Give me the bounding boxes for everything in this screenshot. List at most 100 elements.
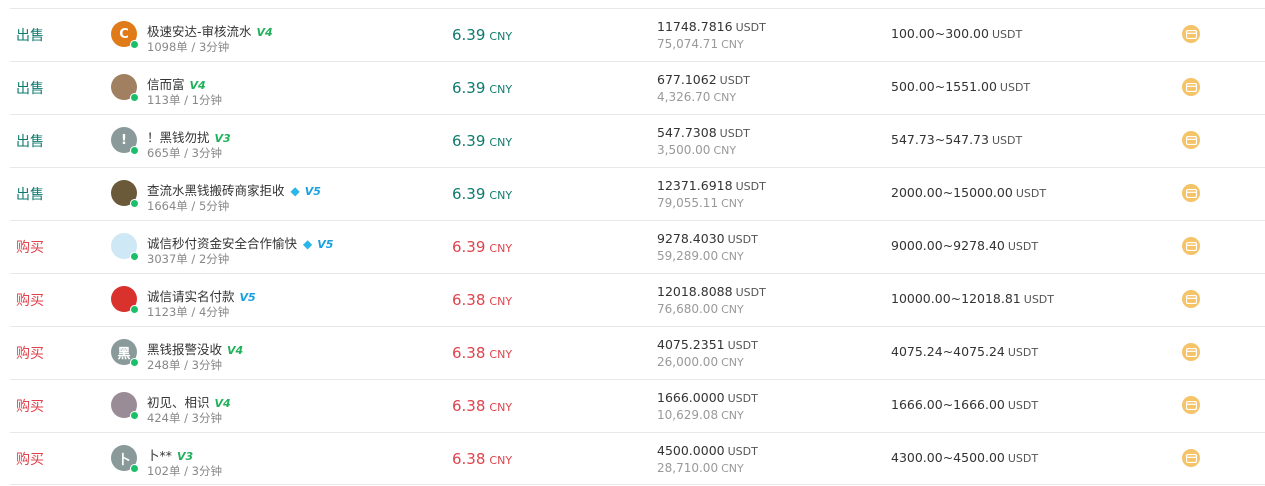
trade-side-button[interactable]: 购买	[16, 396, 44, 416]
amount-usdt: 4075.2351 USDT	[657, 337, 758, 352]
limit-value: 10000.00~12018.81	[891, 291, 1021, 306]
merchant-name-text: 极速安达-审核流水	[147, 24, 252, 39]
card-icon	[1185, 29, 1197, 39]
price-value: 6.38	[452, 450, 486, 468]
table-row: 出售 查流水黑钱搬砖商家拒收 ◆ V5 1664单 / 5分钟 6.39 CNY 12…	[10, 167, 1265, 220]
avatar-letter: 卜	[117, 452, 131, 468]
online-status-icon	[130, 411, 139, 420]
vip-level-badge-icon: V4	[189, 79, 206, 92]
photo-avatar-icon[interactable]	[111, 74, 139, 102]
payment-method-icon[interactable]	[1182, 131, 1200, 149]
letter-avatar-icon[interactable]: !	[111, 127, 139, 155]
unit-price: 6.39 CNY	[452, 185, 512, 203]
amount-cny-unit: CNY	[713, 91, 737, 104]
limit-value: 2000.00~15000.00	[891, 185, 1013, 200]
trade-side-button[interactable]: 购买	[16, 449, 44, 469]
amount-usdt: 1666.0000 USDT	[657, 390, 758, 405]
merchant-name[interactable]: 黑钱报警没收 V4	[147, 339, 243, 358]
price-value: 6.39	[452, 238, 486, 256]
amount-usdt: 677.1062 USDT	[657, 72, 750, 87]
payment-method-icon[interactable]	[1182, 184, 1200, 202]
order-limit: 4075.24~4075.24 USDT	[891, 344, 1038, 359]
limit-value: 9000.00~9278.40	[891, 238, 1005, 253]
avatar-letter: C	[119, 26, 129, 42]
amount-cny-unit: CNY	[721, 409, 744, 422]
amount-cny-unit: CNY	[721, 197, 744, 210]
merchant-name[interactable]: 信而富 V4	[147, 74, 206, 93]
merchant-stats: 248单 / 3分钟	[147, 358, 222, 372]
amount-usdt-unit: USDT	[735, 21, 766, 34]
price-value: 6.39	[452, 185, 486, 203]
order-limit: 4300.00~4500.00 USDT	[891, 450, 1038, 465]
amount-cny: 79,055.11 CNY	[657, 196, 744, 210]
photo-avatar-icon[interactable]	[111, 392, 139, 420]
price-unit: CNY	[489, 83, 513, 96]
merchant-name-text: 信而富	[147, 77, 185, 92]
order-limit: 2000.00~15000.00 USDT	[891, 185, 1046, 200]
amount-cny-value: 75,074.71	[657, 37, 719, 51]
limit-unit: USDT	[1023, 293, 1054, 306]
amount-usdt: 4500.0000 USDT	[657, 443, 758, 458]
merchant-name[interactable]: 查流水黑钱搬砖商家拒收 ◆ V5	[147, 180, 321, 199]
amount-cny-value: 59,289.00	[657, 249, 719, 263]
online-status-icon	[130, 146, 139, 155]
limit-value: 547.73~547.73	[891, 132, 989, 147]
unit-price: 6.39 CNY	[452, 26, 512, 44]
vip-level-badge-icon: V4	[256, 26, 273, 39]
trade-side-button[interactable]: 购买	[16, 290, 44, 310]
unit-price: 6.38 CNY	[452, 291, 512, 309]
price-unit: CNY	[489, 30, 513, 43]
letter-avatar-icon[interactable]: 卜	[111, 445, 139, 473]
merchant-stats: 102单 / 3分钟	[147, 464, 222, 478]
limit-unit: USDT	[1007, 399, 1039, 412]
amount-usdt: 11748.7816 USDT	[657, 19, 766, 34]
trade-side-button[interactable]: 出售	[16, 184, 44, 204]
table-row: 购买 诚信请实名付款 V5 1123单 / 4分钟 6.38 CNY 12018.8…	[10, 273, 1265, 326]
merchant-name[interactable]: 诚信秒付资金安全合作愉快 ◆ V5	[147, 233, 333, 252]
payment-method-icon[interactable]	[1182, 25, 1200, 43]
trade-side-button[interactable]: 购买	[16, 237, 44, 257]
fruit-avatar-icon[interactable]	[111, 286, 139, 314]
logo-icon[interactable]: C	[111, 21, 139, 49]
letter-avatar-icon[interactable]: 黑	[111, 339, 139, 367]
online-status-icon	[130, 93, 139, 102]
limit-unit: USDT	[1007, 240, 1039, 253]
vip-level-badge-icon: V4	[227, 344, 244, 357]
cartoon-avatar-icon[interactable]	[111, 180, 139, 208]
payment-method-icon[interactable]	[1182, 449, 1200, 467]
price-value: 6.38	[452, 344, 486, 362]
amount-usdt-unit: USDT	[727, 445, 758, 458]
trade-side-button[interactable]: 出售	[16, 78, 44, 98]
merchant-name[interactable]: ！黑钱勿扰 V3	[147, 127, 231, 146]
online-status-icon	[130, 358, 139, 367]
merchant-name[interactable]: 极速安达-审核流水 V4	[147, 21, 273, 40]
amount-cny: 76,680.00 CNY	[657, 302, 744, 316]
diamond-icon: ◆	[290, 184, 300, 198]
bubble-avatar-icon[interactable]	[111, 233, 139, 261]
merchant-name[interactable]: 初见、相识 V4	[147, 392, 231, 411]
amount-cny-unit: CNY	[721, 356, 744, 369]
payment-method-icon[interactable]	[1182, 396, 1200, 414]
merchant-name-text: 初见、相识	[147, 395, 210, 410]
amount-usdt-value: 4075.2351	[657, 337, 725, 352]
online-status-icon	[130, 464, 139, 473]
merchant-name[interactable]: 诚信请实名付款 V5	[147, 286, 256, 305]
payment-method-icon[interactable]	[1182, 237, 1200, 255]
merchant-stats: 1123单 / 4分钟	[147, 305, 230, 319]
trade-side-button[interactable]: 购买	[16, 343, 44, 363]
payment-method-icon[interactable]	[1182, 343, 1200, 361]
payment-method-icon[interactable]	[1182, 290, 1200, 308]
limit-unit: USDT	[999, 81, 1031, 94]
trade-side-button[interactable]: 出售	[16, 25, 44, 45]
payment-method-icon[interactable]	[1182, 78, 1200, 96]
unit-price: 6.38 CNY	[452, 344, 512, 362]
amount-usdt-unit: USDT	[727, 233, 758, 246]
amount-cny: 59,289.00 CNY	[657, 249, 744, 263]
merchant-name[interactable]: 卜** V3	[147, 445, 193, 464]
vip-level-badge-icon: V4	[214, 397, 231, 410]
online-status-icon	[130, 305, 139, 314]
order-limit: 1666.00~1666.00 USDT	[891, 397, 1038, 412]
online-status-icon	[130, 252, 139, 261]
trade-side-button[interactable]: 出售	[16, 131, 44, 151]
card-icon	[1185, 188, 1197, 198]
